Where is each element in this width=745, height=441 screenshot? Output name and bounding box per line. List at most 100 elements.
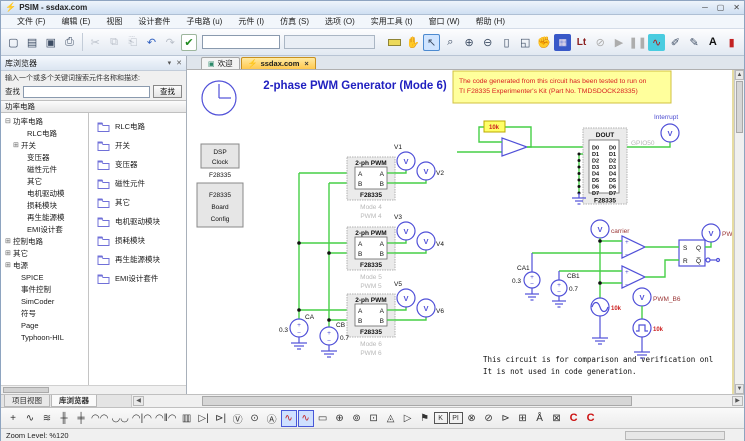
- opamp-10k[interactable]: 10k: [457, 121, 583, 156]
- zoom-area-icon[interactable]: ◱: [517, 34, 534, 51]
- tree-item-emi[interactable]: EMI设计套: [3, 223, 88, 235]
- comparator-2[interactable]: + −: [622, 266, 645, 289]
- stop-sim-icon[interactable]: ⊘: [592, 34, 609, 51]
- tree-expander-icon[interactable]: ⊞: [5, 249, 13, 257]
- element-c-script-icon[interactable]: C: [583, 410, 599, 427]
- element-node-flag-icon[interactable]: ⚑: [417, 410, 433, 427]
- search-button[interactable]: 查找: [153, 85, 182, 98]
- quick-search-input[interactable]: [202, 35, 280, 49]
- folder-item-transformers[interactable]: 变压器: [97, 155, 186, 174]
- folder-item-thermal[interactable]: 损耗模块: [97, 231, 186, 250]
- tree-item-control[interactable]: ⊞ 控制电路: [3, 235, 88, 247]
- pwm-block-3[interactable]: 2-ph PWM A A B B F28335 Mode 6 PWM 6: [347, 294, 395, 357]
- element-k-block-icon[interactable]: K: [434, 412, 448, 424]
- scroll-down-icon[interactable]: ▼: [735, 384, 744, 394]
- edit-pencil2-icon[interactable]: ✎: [686, 34, 703, 51]
- sidebar-collapse-icon[interactable]: ▾: [168, 59, 172, 67]
- edit-pencil-icon[interactable]: ✐: [667, 34, 684, 51]
- menu-item[interactable]: 文件 (F): [9, 16, 53, 27]
- element-gain-icon[interactable]: ▷: [400, 410, 416, 427]
- folder-item-others[interactable]: 其它: [97, 193, 186, 212]
- menu-item[interactable]: 仿真 (S): [272, 16, 317, 27]
- element-pi-block-icon[interactable]: PI: [449, 412, 463, 424]
- zoom-in-icon[interactable]: ⊕: [461, 34, 478, 51]
- element-transformer-icon[interactable]: ◠|◠: [131, 410, 153, 427]
- print-icon[interactable]: ⎙: [61, 34, 78, 51]
- pause-sim-icon[interactable]: ❚❚: [629, 34, 646, 51]
- tree-item-spice[interactable]: SPICE: [3, 271, 88, 283]
- element-scope-1ch-icon[interactable]: ∿: [281, 410, 297, 427]
- element-sensor-icon[interactable]: Å: [532, 410, 548, 427]
- scroll-up-icon[interactable]: ▲: [735, 70, 744, 80]
- board-config-block[interactable]: F28335 Board Config: [197, 183, 243, 227]
- open-file-icon[interactable]: ▤: [24, 34, 41, 51]
- element-capacitor-icon[interactable]: ╫: [56, 410, 72, 427]
- tree-item-typhoon-hil[interactable]: Typhoon-HIL: [3, 331, 88, 343]
- source-cb[interactable]: + − CB 0.7: [320, 322, 349, 357]
- tree-expander-icon[interactable]: ⊟: [5, 117, 13, 125]
- new-file-icon[interactable]: ▢: [5, 34, 22, 51]
- element-scope-2ch-icon[interactable]: ∿: [298, 410, 314, 427]
- tree-item-event-control[interactable]: 事件控制: [3, 283, 88, 295]
- pwm-block-1[interactable]: 2-ph PWM A A B B F28335 Mode 4 PWM 4: [347, 157, 395, 220]
- element-multiplier-icon[interactable]: ⊠: [549, 410, 565, 427]
- battery-icon[interactable]: [386, 34, 403, 51]
- toolbar-combobox[interactable]: [284, 35, 374, 49]
- element-controlled-vsource-icon[interactable]: ⊗: [464, 410, 480, 427]
- element-voltage-probe-icon[interactable]: Ⓥ: [230, 410, 246, 427]
- tree-item-renewable[interactable]: 再生能源模: [3, 211, 88, 223]
- zoom-icon[interactable]: ⌕: [442, 34, 459, 51]
- tab-document[interactable]: ⚡ ssdax.com ×: [241, 57, 316, 69]
- dsp-clock-block[interactable]: DSP Clock F28335: [201, 144, 239, 179]
- folder-item-renewable[interactable]: 再生能源模块: [97, 250, 186, 269]
- tree-item-transformers[interactable]: 变压器: [3, 151, 88, 163]
- bookmark-icon[interactable]: ▮: [723, 34, 740, 51]
- probe-carrier[interactable]: V carrier: [591, 220, 630, 238]
- ltspice-icon[interactable]: Lt: [573, 34, 590, 51]
- dout-block[interactable]: DOUT D0D0 D1D1 D2D2 D3D3 D4D4 D5D5 D6D6 …: [572, 128, 655, 205]
- maximize-button[interactable]: ▢: [717, 3, 725, 12]
- tree-item-motor-drive[interactable]: 电机驱动模: [3, 187, 88, 199]
- scroll-left-icon[interactable]: ◀: [133, 396, 144, 406]
- select-mode-icon[interactable]: ↖: [423, 34, 440, 51]
- sr-flipflop[interactable]: S Q R Q̅: [645, 240, 720, 277]
- folder-item-emi[interactable]: EMI设计套件: [97, 269, 186, 288]
- element-dll-block-icon[interactable]: ▥: [179, 410, 195, 427]
- probe-v3[interactable]: V V3: [394, 214, 415, 243]
- source-cb1[interactable]: + − CB1 0.7: [551, 271, 622, 307]
- tab-close-icon[interactable]: ×: [304, 59, 308, 68]
- minimize-button[interactable]: ─: [702, 3, 708, 12]
- element-diode-icon[interactable]: ▷|: [196, 410, 212, 427]
- cut-icon[interactable]: ✂: [87, 34, 104, 51]
- tree-expander-icon[interactable]: ⊞: [5, 237, 13, 245]
- simcoder-icon[interactable]: ▦: [554, 34, 571, 51]
- tree-item-others[interactable]: 其它: [3, 175, 88, 187]
- element-capacitor-polar-icon[interactable]: ╪: [73, 410, 89, 427]
- library-section-header[interactable]: 功率电路: [1, 100, 186, 113]
- probe-v1[interactable]: V V1: [394, 144, 415, 173]
- element-resistor-icon[interactable]: ∿: [22, 410, 38, 427]
- element-wire-icon[interactable]: +: [5, 410, 21, 427]
- tree-item-thermal[interactable]: 损耗模块: [3, 199, 88, 211]
- tree-item-magnetics[interactable]: 磁性元件: [3, 163, 88, 175]
- element-controlled-isource-icon[interactable]: ⊘: [481, 410, 497, 427]
- element-triangle-source-icon[interactable]: ◬: [383, 410, 399, 427]
- canvas-hscrollbar[interactable]: ◀ ▶: [131, 395, 744, 407]
- element-summer-icon[interactable]: ⊞: [515, 410, 531, 427]
- probe-v5[interactable]: V V5: [394, 281, 415, 310]
- tree-item-others2[interactable]: ⊞ 其它: [3, 247, 88, 259]
- element-voltage-probe2-icon[interactable]: ⊙: [247, 410, 263, 427]
- element-transformer-3w-icon[interactable]: ◠‖◠: [154, 410, 178, 427]
- redo-icon[interactable]: ↷: [162, 34, 179, 51]
- menu-item[interactable]: 窗口 (W): [421, 16, 468, 27]
- pan-hand-icon[interactable]: ✋: [404, 34, 421, 51]
- element-rheostat-icon[interactable]: ≋: [39, 410, 55, 427]
- square-source-10k[interactable]: 10k: [633, 319, 664, 358]
- canvas-vscrollbar[interactable]: ▲ ▼: [734, 70, 744, 394]
- element-buffer-icon[interactable]: ⊳: [498, 410, 514, 427]
- scroll-right-icon[interactable]: ▶: [732, 396, 743, 406]
- menu-item[interactable]: 子电路 (u): [178, 16, 230, 27]
- tree-item-switches[interactable]: ⊞ 开关: [3, 139, 88, 151]
- sine-source-10k[interactable]: 10k: [591, 298, 622, 344]
- menu-item[interactable]: 编辑 (E): [53, 16, 98, 27]
